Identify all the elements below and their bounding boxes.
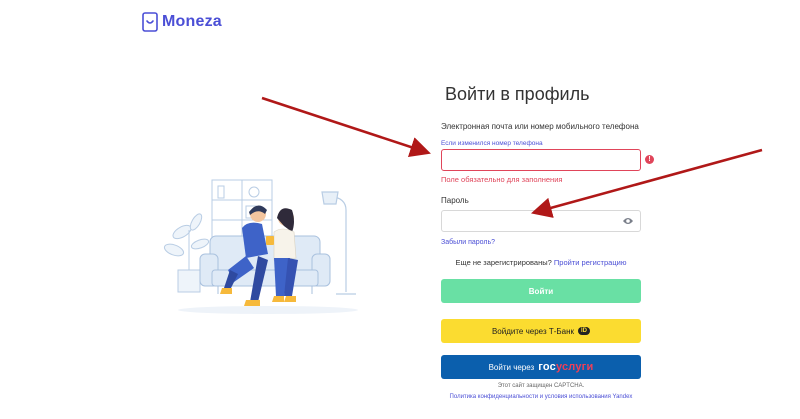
privacy-policy-link[interactable]: Политика конфиденциальности и условия ис…: [441, 394, 641, 400]
gosuslugi-logo-part-2: услуги: [555, 361, 594, 373]
captcha-note: Этот сайт защищен CAPTCHA.: [497, 383, 585, 389]
register-link[interactable]: Пройти регистрацию: [554, 258, 627, 267]
brand-logo[interactable]: Moneza: [142, 12, 222, 32]
password-input[interactable]: [441, 210, 641, 232]
eye-icon[interactable]: [622, 216, 634, 226]
moneza-logo-icon: [142, 12, 158, 32]
couple-on-sofa-illustration: [163, 179, 358, 314]
password-field-label: Пароль: [441, 196, 469, 205]
gosuslugi-logo: госуслуги: [538, 361, 593, 373]
error-icon: !: [645, 155, 654, 164]
not-registered-text: Еще не зарегистрированы?: [455, 258, 552, 267]
annotation-arrows: [261, 96, 763, 218]
email-field-label: Электронная почта или номер мобильного т…: [441, 122, 639, 131]
login-button[interactable]: Войти: [441, 279, 641, 303]
brand-name: Moneza: [162, 13, 222, 30]
gosuslugi-button-label: Войти через: [488, 362, 535, 372]
email-error-message: Поле обязательно для заполнения: [441, 175, 563, 184]
arrow-to-email-input: [261, 96, 431, 157]
registration-row: Еще не зарегистрированы? Пройти регистра…: [441, 258, 641, 267]
page-title: Войти в профиль: [445, 84, 590, 104]
tbank-button-label: Войдите через Т-Банк: [491, 326, 575, 336]
gosuslugi-logo-part-1: гос: [538, 361, 556, 373]
tbank-id-badge: ID: [578, 327, 591, 335]
phone-changed-link[interactable]: Если изменился номер телефона: [441, 140, 543, 147]
email-input[interactable]: [441, 149, 641, 171]
tbank-login-button[interactable]: Войдите через Т-Банк ID: [441, 319, 641, 343]
forgot-password-link[interactable]: Забыли пароль?: [441, 239, 495, 246]
gosuslugi-login-button[interactable]: Войти через госуслуги: [441, 355, 641, 379]
